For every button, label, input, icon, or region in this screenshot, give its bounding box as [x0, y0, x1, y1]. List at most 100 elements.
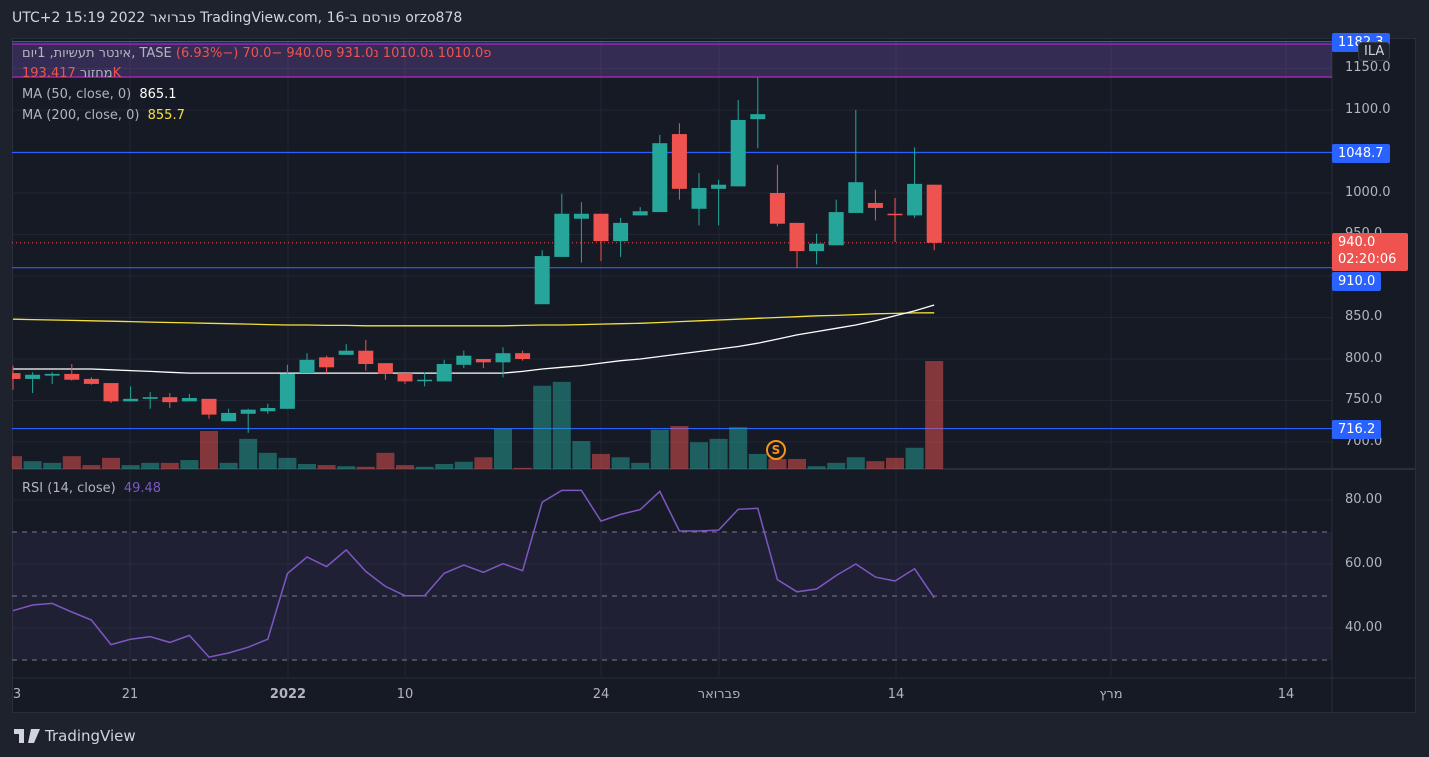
volume-bar — [474, 457, 493, 469]
candle-body — [495, 353, 511, 363]
volume-bar — [82, 465, 101, 469]
candle-body — [730, 119, 746, 187]
volume-bar — [23, 461, 42, 469]
candle-body — [867, 202, 883, 208]
candle-body — [64, 373, 80, 380]
time-axis-label: 14 — [1277, 687, 1295, 702]
volume-bar — [513, 467, 532, 469]
candle-body — [12, 373, 21, 379]
ma50-legend[interactable]: MA (50, close, 0) 865.1 — [22, 87, 177, 102]
volume-bar — [160, 462, 179, 469]
price-axis-label: 1000.0 — [1345, 185, 1391, 200]
candle-body — [417, 379, 433, 382]
split-event-icon[interactable]: S — [766, 440, 786, 460]
volume-bar — [239, 438, 258, 469]
volume-bar — [592, 453, 610, 469]
candle-body — [279, 373, 295, 409]
volume-bar — [415, 466, 434, 469]
volume-bar — [905, 447, 924, 469]
volume-bar — [690, 442, 708, 469]
candle-body — [613, 222, 629, 242]
volume-bar — [768, 458, 787, 469]
volume-bar — [356, 466, 375, 469]
volume-bar — [141, 462, 160, 469]
candle-body — [103, 383, 119, 402]
volume-bar — [298, 463, 316, 469]
volume-bar — [435, 463, 454, 469]
high-value: ג1010.0 — [382, 46, 434, 61]
volume-bar — [494, 428, 512, 469]
candle-body — [711, 184, 727, 189]
candle-body — [554, 213, 570, 257]
candle-body — [809, 243, 825, 252]
candle-body — [377, 363, 393, 374]
candle-body — [201, 398, 217, 415]
candle-body — [515, 353, 531, 359]
close-value: ס940.0 — [286, 46, 333, 61]
volume-bar — [748, 453, 767, 469]
candle-body — [671, 134, 687, 189]
volume-bar — [278, 457, 297, 469]
candle-body — [828, 212, 844, 246]
volume-bar — [376, 452, 395, 469]
price-axis-label: 1100.0 — [1345, 102, 1391, 117]
candle-body — [456, 355, 472, 365]
volume-bar — [925, 361, 944, 469]
volume-label: מחזור — [79, 66, 113, 81]
volume-bar — [43, 462, 62, 469]
symbol-legend: אינטר תעשיות, 1יום, TASE פ1010.0 ג1010.0… — [22, 46, 491, 61]
currency-badge[interactable]: ILA — [1358, 42, 1391, 61]
ma200-legend[interactable]: MA (200, close, 0) 855.7 — [22, 108, 185, 123]
ma200-value: 855.7 — [147, 108, 185, 123]
volume-bar — [12, 456, 22, 469]
price-axis-label: 750.0 — [1345, 392, 1383, 407]
candle-body — [358, 350, 374, 364]
candle-body — [162, 397, 178, 403]
chart-canvas[interactable] — [0, 0, 1429, 757]
time-axis-label: מרץ — [1099, 687, 1123, 702]
volume-bar — [827, 462, 846, 469]
candle-body — [142, 397, 158, 399]
candle-body — [593, 213, 609, 242]
time-axis-label: 10 — [396, 687, 414, 702]
volume-bar — [200, 431, 218, 469]
price-tag-lower-line: 910.0 — [1332, 272, 1382, 291]
volume-bar — [807, 466, 826, 469]
volume-legend: מחזור 193.417K — [22, 66, 121, 81]
volume-bar — [572, 441, 591, 469]
price-axis-label: 1150.0 — [1345, 60, 1391, 75]
candle-body — [436, 363, 452, 382]
ma200-label: MA (200, close, 0) — [22, 108, 140, 123]
candle-body — [907, 183, 923, 216]
time-axis-label: 2022 — [269, 687, 307, 702]
rsi-axis-label: 80.00 — [1345, 492, 1383, 507]
volume-bar — [788, 458, 806, 469]
brand-name: TradingView — [45, 727, 136, 745]
price-tag-upper-line: 1048.7 — [1332, 144, 1390, 163]
volume-bar — [886, 457, 904, 469]
time-axis-label: 24 — [592, 687, 610, 702]
time-axis-label: 21 — [121, 687, 139, 702]
volume-bar — [396, 465, 414, 469]
rsi-legend[interactable]: RSI (14, close) 49.48 — [22, 481, 161, 496]
candle-body — [887, 213, 903, 216]
candle-body — [25, 374, 41, 379]
candle-body — [534, 256, 550, 305]
tradingview-logo-icon — [14, 729, 40, 743]
candle-body — [221, 412, 237, 422]
tradingview-logo[interactable]: TradingView — [14, 727, 136, 745]
candle-body — [83, 378, 99, 384]
candle-body — [44, 373, 60, 376]
price-axis-label: 800.0 — [1345, 351, 1383, 366]
ma50-line — [13, 304, 935, 374]
candle-body — [319, 357, 335, 368]
volume-bar — [180, 460, 199, 469]
candle-body — [691, 188, 707, 209]
volume-bar — [337, 466, 356, 469]
candle-body — [397, 373, 413, 382]
candle-body — [475, 359, 491, 363]
candle-body — [750, 114, 766, 120]
candle-body — [848, 182, 864, 213]
candle-body — [240, 409, 256, 414]
last-price-tag: 940.0 02:20:06 — [1332, 233, 1408, 271]
